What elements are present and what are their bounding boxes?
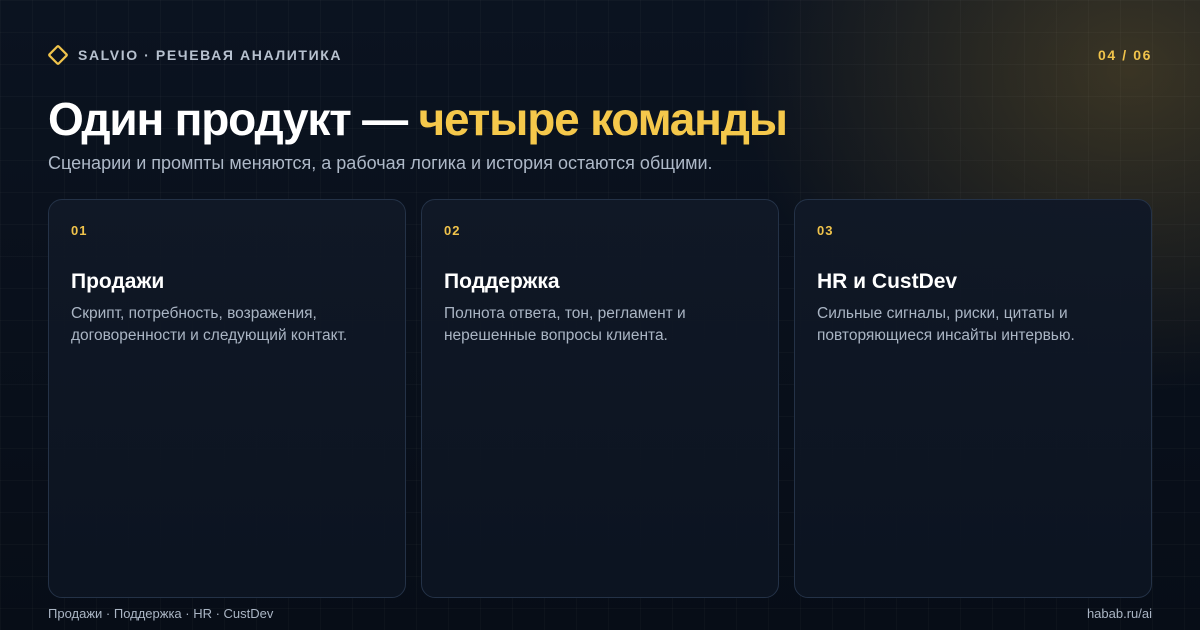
brand: SALVIO · РЕЧЕВАЯ АНАЛИТИКА bbox=[46, 43, 342, 67]
page-subtitle: Сценарии и промпты меняются, а рабочая л… bbox=[48, 153, 713, 173]
footer-tags: Продажи · Поддержка · HR · CustDev bbox=[48, 606, 274, 621]
card-title: HR и CustDev bbox=[817, 270, 958, 293]
page-title: Один продукт — четыре команды bbox=[48, 92, 789, 146]
card-description: Скрипт, потребность, возражения, договор… bbox=[71, 305, 348, 344]
title-main: Один продукт — bbox=[48, 93, 419, 145]
card-description: Полнота ответа, тон, регламент и нерешен… bbox=[444, 305, 686, 344]
card-number: 02 bbox=[444, 223, 461, 238]
title-accent: четыре команды bbox=[418, 93, 789, 145]
card-title: Продажи bbox=[71, 270, 165, 293]
footer-link[interactable]: habab.ru/ai bbox=[1087, 606, 1152, 621]
card-hr-custdev: 03 HR и CustDev Сильные сигналы, риски, … bbox=[794, 199, 1152, 598]
brand-name: SALVIO · РЕЧЕВАЯ АНАЛИТИКА bbox=[78, 47, 343, 63]
card-description: Сильные сигналы, риски, цитаты и повторя… bbox=[817, 305, 1075, 344]
card-support: 02 Поддержка Полнота ответа, тон, реглам… bbox=[421, 199, 779, 598]
page-counter: 04 / 06 bbox=[1097, 47, 1152, 63]
card-sales: 01 Продажи Скрипт, потребность, возражен… bbox=[48, 199, 406, 598]
card-number: 03 bbox=[817, 223, 834, 238]
card-title: Поддержка bbox=[444, 270, 560, 293]
diamond-icon bbox=[48, 45, 68, 65]
card-number: 01 bbox=[71, 223, 88, 238]
